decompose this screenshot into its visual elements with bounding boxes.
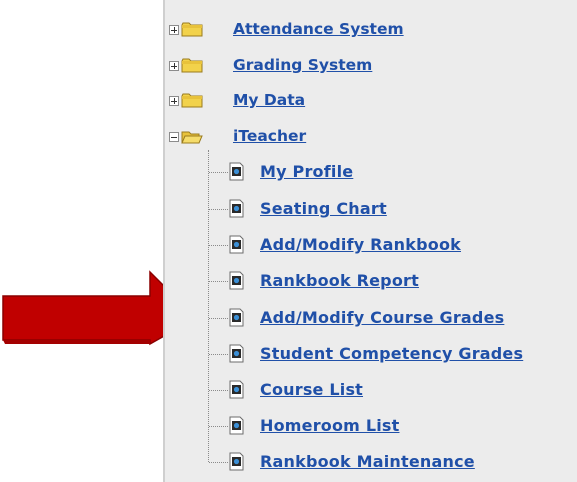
tree-branch-line [209,281,228,282]
tree-branch-line [209,209,228,210]
tree-branch-line [209,354,228,355]
tree-connector-line [208,150,209,462]
document-page-icon [229,235,244,254]
tree-child-label[interactable]: Rankbook Maintenance [260,453,475,471]
navigation-tree: Attendance System Grading System My Data [165,0,577,482]
tree-branch-line [209,462,228,463]
document-page-icon [229,344,244,363]
tree-node-label[interactable]: iTeacher [233,127,306,145]
document-page-icon [229,271,244,290]
document-page-icon [229,162,244,181]
tree-child-label[interactable]: Rankbook Report [260,272,419,290]
folder-icon [181,58,203,73]
folder-open-icon [181,131,203,144]
tree-child-label[interactable]: Add/Modify Course Grades [260,309,504,327]
plus-expander-icon[interactable] [169,61,179,71]
folder-icon [181,22,203,37]
plus-expander-icon[interactable] [169,96,179,106]
tree-branch-line [209,390,228,391]
tree-child-label[interactable]: Course List [260,381,363,399]
tree-child-label[interactable]: Seating Chart [260,200,387,218]
tree-branch-line [209,172,228,173]
tree-branch-line [209,318,228,319]
plus-expander-icon[interactable] [169,25,179,35]
tree-child-label[interactable]: Homeroom List [260,417,399,435]
tree-child-label[interactable]: Student Competency Grades [260,345,523,363]
tree-child-label[interactable]: Add/Modify Rankbook [260,236,461,254]
tree-node-label[interactable]: Attendance System [233,20,404,38]
minus-expander-icon[interactable] [169,132,179,142]
document-page-icon [229,452,244,471]
navigation-tree-panel: Attendance System Grading System My Data [163,0,577,482]
tree-node-label[interactable]: Grading System [233,56,372,74]
tree-node-label[interactable]: My Data [233,91,305,109]
tree-branch-line [209,426,228,427]
tree-branch-line [209,245,228,246]
document-page-icon [229,308,244,327]
document-page-icon [229,380,244,399]
tree-child-label[interactable]: My Profile [260,163,353,181]
document-page-icon [229,416,244,435]
document-page-icon [229,199,244,218]
folder-icon [181,93,203,108]
